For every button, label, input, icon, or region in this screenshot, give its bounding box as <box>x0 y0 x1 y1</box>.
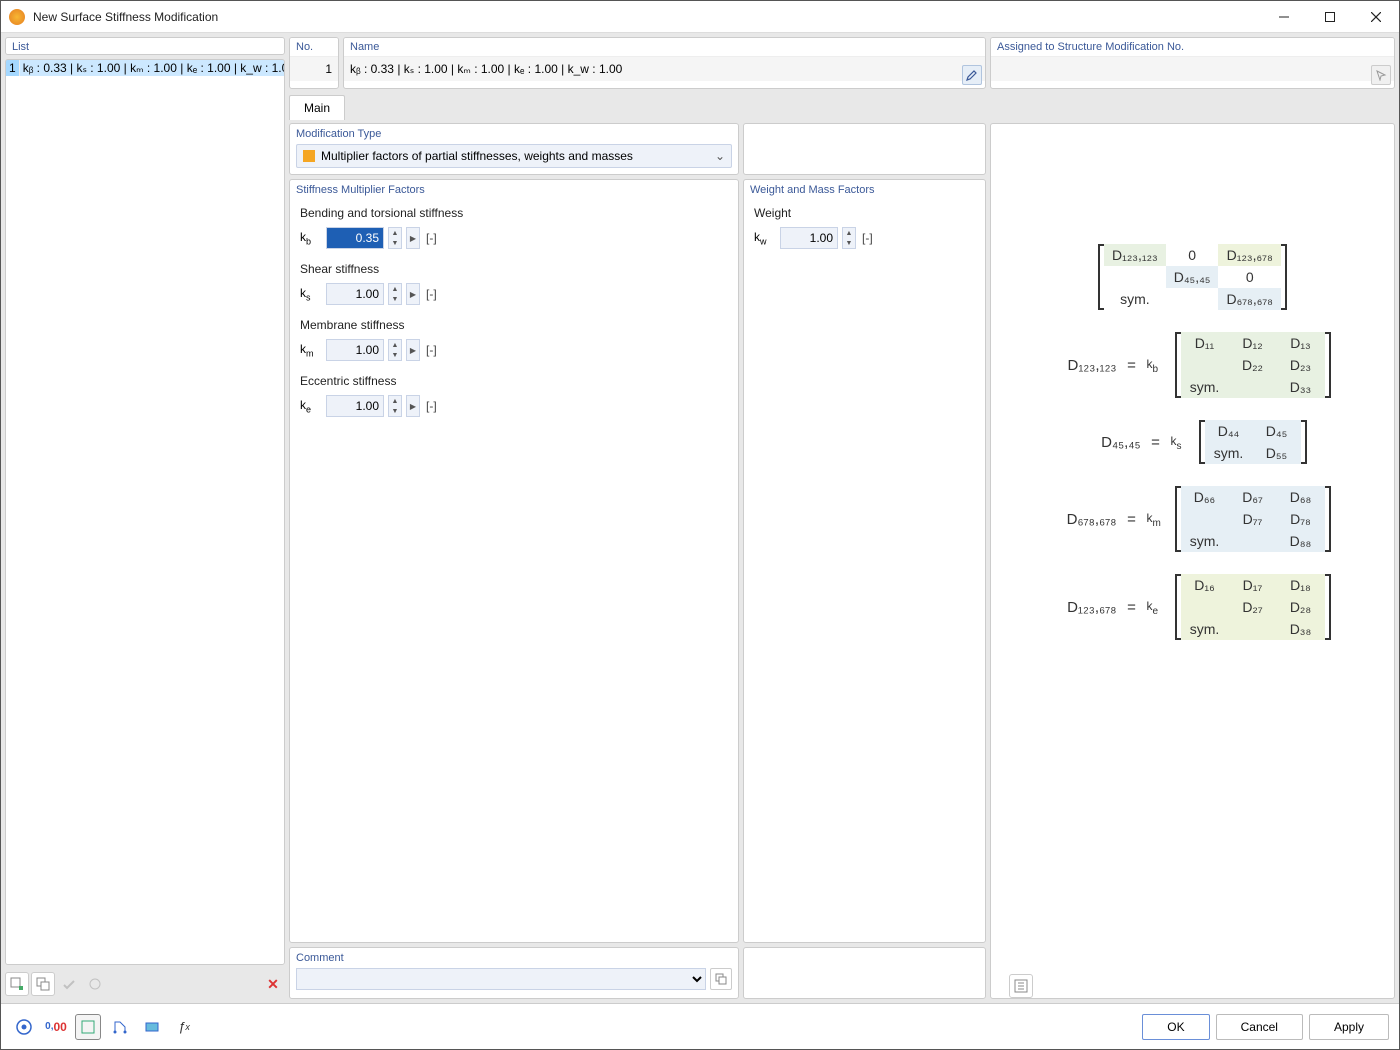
list[interactable]: 1 kᵦ : 0.33 | kₛ : 1.00 | kₘ : 1.00 | kₑ… <box>5 59 285 965</box>
hint-panel <box>743 123 986 175</box>
ke-menu-button[interactable]: ▶ <box>406 395 420 417</box>
modtype-dropdown[interactable]: Multiplier factors of partial stiffnesse… <box>296 144 732 168</box>
modtype-label: Modification Type <box>290 124 738 144</box>
assigned-input[interactable] <box>991 57 1394 81</box>
close-button[interactable] <box>1353 1 1399 33</box>
kw-input[interactable] <box>780 227 838 249</box>
render-button[interactable] <box>139 1014 165 1040</box>
formula-panel: D₁₂₃,₁₂₃0D₁₂₃,₆₇₈ D₄₅,₄₅0 sym.D₆₇₈,₆₇₈ D… <box>990 123 1395 999</box>
comment-spacer <box>743 947 986 999</box>
assigned-label: Assigned to Structure Modification No. <box>991 38 1394 57</box>
list-item[interactable]: 1 kᵦ : 0.33 | kₛ : 1.00 | kₘ : 1.00 | kₑ… <box>6 60 285 76</box>
name-label: Name <box>344 38 985 57</box>
ke-input[interactable] <box>326 395 384 417</box>
membrane-title: Membrane stiffness <box>300 318 728 332</box>
kb-input[interactable] <box>326 227 384 249</box>
stiffness-header: Stiffness Multiplier Factors <box>290 180 738 200</box>
cancel-button[interactable]: Cancel <box>1216 1014 1303 1040</box>
weight-header: Weight and Mass Factors <box>744 180 985 200</box>
km-spinner[interactable]: ▲▼ <box>388 339 402 361</box>
km-menu-button[interactable]: ▶ <box>406 339 420 361</box>
comment-library-button[interactable] <box>710 968 732 990</box>
minimize-button[interactable] <box>1261 1 1307 33</box>
pick-structure-button[interactable] <box>1371 65 1391 85</box>
ks-input[interactable] <box>326 283 384 305</box>
km-input[interactable] <box>326 339 384 361</box>
app-icon <box>9 9 25 25</box>
formula-export-button[interactable] <box>1009 974 1033 998</box>
copy-item-button[interactable] <box>31 972 55 996</box>
tab-main[interactable]: Main <box>289 95 345 120</box>
bottom-bar: 0,00 ƒx OK Cancel Apply <box>1 1003 1399 1049</box>
no-input[interactable] <box>290 57 338 81</box>
eccentric-title: Eccentric stiffness <box>300 374 728 388</box>
maximize-button[interactable] <box>1307 1 1353 33</box>
shear-title: Shear stiffness <box>300 262 728 276</box>
tool-button-1[interactable] <box>57 972 81 996</box>
kw-spinner[interactable]: ▲▼ <box>842 227 856 249</box>
chevron-down-icon: ⌄ <box>715 149 725 163</box>
delete-item-button[interactable]: ✕ <box>261 972 285 996</box>
ke-spinner[interactable]: ▲▼ <box>388 395 402 417</box>
help-button[interactable] <box>11 1014 37 1040</box>
name-input[interactable] <box>344 57 985 81</box>
tool-button-2[interactable] <box>83 972 107 996</box>
units-button[interactable]: 0,00 <box>43 1014 69 1040</box>
kb-spinner[interactable]: ▲▼ <box>388 227 402 249</box>
no-label: No. <box>290 38 338 57</box>
structure-button[interactable] <box>107 1014 133 1040</box>
view-toggle-button[interactable] <box>75 1014 101 1040</box>
weight-title: Weight <box>754 206 975 220</box>
new-item-button[interactable] <box>5 972 29 996</box>
ks-menu-button[interactable]: ▶ <box>406 283 420 305</box>
list-header: List <box>6 38 284 55</box>
modification-type-box: Modification Type Multiplier factors of … <box>289 123 739 175</box>
list-toolbar: ✕ <box>5 969 285 999</box>
comment-label: Comment <box>290 948 738 968</box>
window-title: New Surface Stiffness Modification <box>33 10 1261 24</box>
modtype-swatch-icon <box>303 150 315 162</box>
comment-input[interactable] <box>296 968 706 990</box>
script-button[interactable]: ƒx <box>171 1014 197 1040</box>
titlebar: New Surface Stiffness Modification <box>1 1 1399 33</box>
bending-title: Bending and torsional stiffness <box>300 206 728 220</box>
edit-name-button[interactable] <box>962 65 982 85</box>
ks-spinner[interactable]: ▲▼ <box>388 283 402 305</box>
ok-button[interactable]: OK <box>1142 1014 1209 1040</box>
apply-button[interactable]: Apply <box>1309 1014 1389 1040</box>
kb-menu-button[interactable]: ▶ <box>406 227 420 249</box>
